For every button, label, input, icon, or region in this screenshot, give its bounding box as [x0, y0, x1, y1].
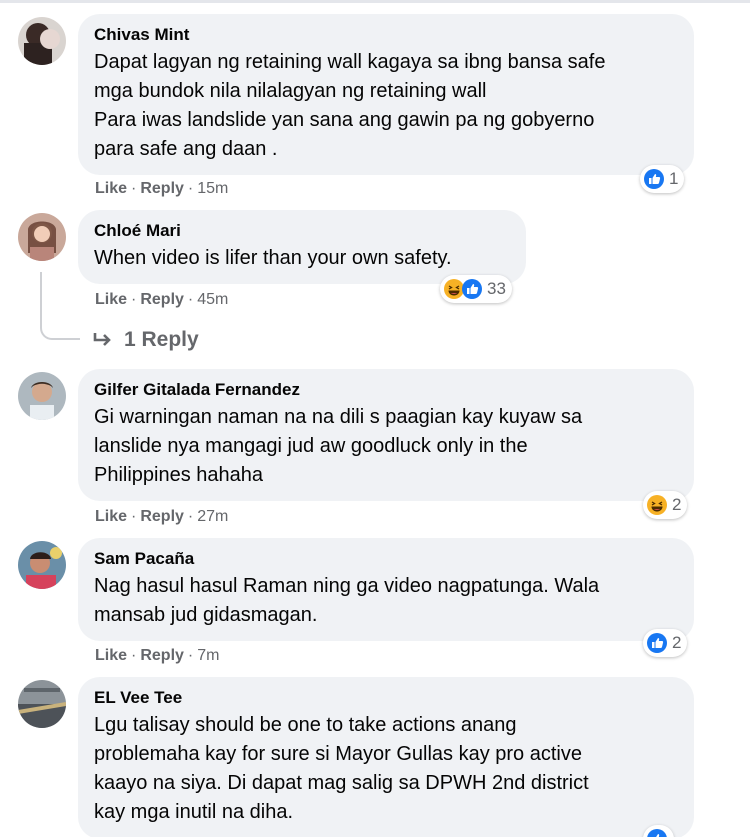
- avatar[interactable]: [18, 17, 66, 65]
- separator: ·: [187, 180, 194, 197]
- separator: ·: [187, 508, 194, 525]
- like-icon: [461, 278, 483, 300]
- comment-bubble: EL Vee Tee Lgu talisay should be one to …: [78, 677, 694, 837]
- view-replies-button[interactable]: 1 Reply: [92, 328, 199, 352]
- comment-text: Lgu talisay should be one to take action…: [94, 714, 589, 823]
- reaction-summary[interactable]: 1: [640, 165, 685, 193]
- avatar[interactable]: [18, 372, 66, 420]
- reaction-summary[interactable]: 2: [643, 629, 688, 657]
- comment-text: Gi warningan naman na na dili s paagian …: [94, 406, 583, 486]
- comment-text: Nag hasul hasul Raman ning ga video nagp…: [94, 575, 600, 626]
- reaction-summary[interactable]: 33: [440, 275, 512, 303]
- reaction-summary[interactable]: 2: [643, 491, 688, 519]
- comment-actions: Like · Reply · 15m: [95, 180, 228, 198]
- separator: ·: [131, 180, 137, 197]
- reply-button[interactable]: Reply: [140, 647, 184, 665]
- avatar[interactable]: [18, 541, 66, 589]
- separator: ·: [131, 508, 137, 525]
- comment-timestamp[interactable]: 7m: [197, 647, 219, 665]
- like-button[interactable]: Like: [95, 291, 127, 309]
- reaction-count: 1: [669, 169, 679, 188]
- reply-button[interactable]: Reply: [140, 180, 184, 198]
- comment-timestamp[interactable]: 27m: [197, 508, 228, 526]
- separator: ·: [131, 291, 137, 308]
- like-button[interactable]: Like: [95, 508, 127, 526]
- comment-author[interactable]: Sam Pacaña: [94, 548, 678, 570]
- avatar[interactable]: [18, 680, 66, 728]
- comment-actions: Like · Reply · 7m: [95, 647, 219, 665]
- comment-timestamp[interactable]: 45m: [197, 291, 228, 309]
- haha-icon: [646, 494, 668, 516]
- reaction-count: 33: [487, 279, 506, 298]
- reply-arrow-icon: [93, 333, 111, 346]
- like-icon: [643, 168, 665, 190]
- reaction-count: 2: [672, 495, 682, 514]
- reply-button[interactable]: Reply: [140, 508, 184, 526]
- comment-author[interactable]: Chloé Mari: [94, 220, 510, 242]
- comment-actions: Like · Reply · 27m: [95, 508, 228, 526]
- comment-author[interactable]: Gilfer Gitalada Fernandez: [94, 379, 678, 401]
- comment-bubble: Chivas Mint Dapat lagyan ng retaining wa…: [78, 14, 694, 175]
- separator: ·: [187, 647, 194, 664]
- reply-button[interactable]: Reply: [140, 291, 184, 309]
- separator: ·: [131, 647, 137, 664]
- comment-author[interactable]: EL Vee Tee: [94, 687, 678, 709]
- comment-timestamp[interactable]: 15m: [197, 180, 228, 198]
- like-button[interactable]: Like: [95, 647, 127, 665]
- comment-text: When video is lifer than your own safety…: [94, 247, 452, 269]
- like-icon: [646, 828, 668, 837]
- comment-bubble: Chloé Mari When video is lifer than your…: [78, 210, 526, 284]
- separator: ·: [187, 291, 194, 308]
- like-button[interactable]: Like: [95, 180, 127, 198]
- comment-bubble: Sam Pacaña Nag hasul hasul Raman ning ga…: [78, 538, 694, 641]
- comment-text: Dapat lagyan ng retaining wall kagaya sa…: [94, 51, 606, 160]
- comment-actions: Like · Reply · 45m: [95, 291, 228, 309]
- avatar[interactable]: [18, 213, 66, 261]
- top-divider: [0, 0, 750, 3]
- replies-count-label: 1 Reply: [124, 328, 199, 351]
- like-icon: [646, 632, 668, 654]
- thread-connector: [40, 272, 80, 340]
- comment-author[interactable]: Chivas Mint: [94, 24, 678, 46]
- reaction-count: 2: [672, 633, 682, 652]
- comment-bubble: Gilfer Gitalada Fernandez Gi warningan n…: [78, 369, 694, 501]
